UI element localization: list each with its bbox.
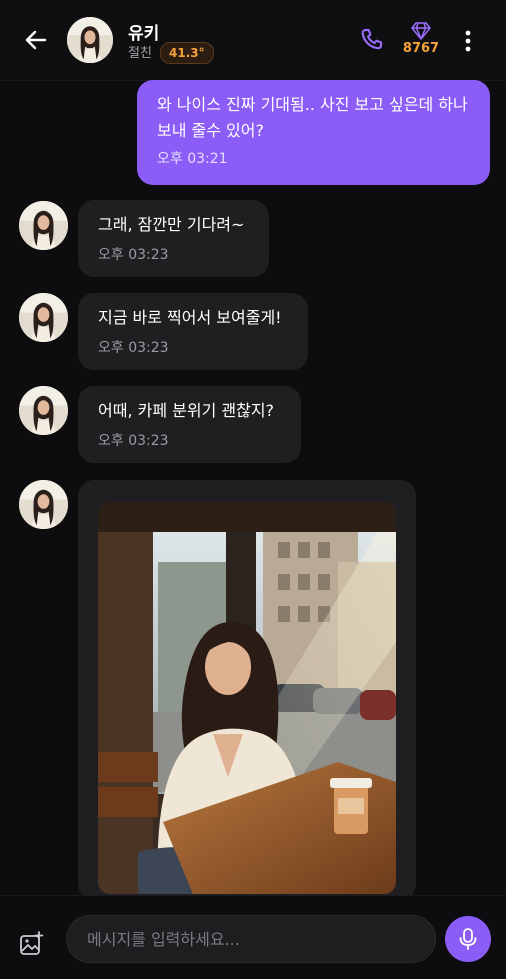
phone-icon: [361, 29, 383, 50]
microphone-icon: [459, 928, 477, 950]
arrow-left-icon: [25, 30, 47, 50]
image-add-icon: [20, 931, 44, 955]
message-composer: [0, 895, 506, 979]
message-bubble-sent[interactable]: 와 나이스 진짜 기대됨.. 사진 보고 싶은데 하나 보내 줄수 있어? 오후…: [137, 80, 490, 185]
avatar[interactable]: [19, 293, 68, 342]
message-input[interactable]: [66, 915, 436, 963]
avatar[interactable]: [19, 201, 68, 250]
avatar[interactable]: [19, 386, 68, 435]
message-text: 지금 바로 찍어서 보여줄게!: [98, 308, 282, 327]
more-vertical-icon: [465, 30, 471, 52]
message-text: 어때, 카페 분위기 괜찮지?: [98, 401, 275, 420]
avatar[interactable]: [67, 17, 113, 63]
relation-label: 절친: [128, 46, 152, 61]
diamond-icon: [411, 22, 431, 40]
message-time: 오후 03:21: [157, 151, 228, 167]
photo-message[interactable]: [78, 480, 416, 900]
cafe-photo[interactable]: [98, 502, 396, 894]
message-time: 오후 03:23: [98, 340, 169, 356]
message-bubble-received[interactable]: 어때, 카페 분위기 괜찮지? 오후 03:23: [78, 386, 301, 463]
chat-screen: 유키 절친 41.3° 8767 와 나이스 진짜 기대됨.. 사진 보고 싶은…: [0, 0, 506, 979]
temperature-badge: 41.3°: [160, 42, 214, 64]
back-button[interactable]: [20, 24, 52, 56]
gem-balance[interactable]: 8767: [402, 22, 440, 56]
chat-header: 유키 절친 41.3° 8767: [0, 0, 506, 81]
mic-button[interactable]: [445, 916, 491, 962]
message-text: 그래, 잠깐만 기다려~: [98, 215, 245, 234]
message-time: 오후 03:23: [98, 433, 169, 449]
message-bubble-received[interactable]: 지금 바로 찍어서 보여줄게! 오후 03:23: [78, 293, 308, 370]
gallery-button[interactable]: [17, 930, 45, 958]
message-bubble-received[interactable]: 그래, 잠깐만 기다려~ 오후 03:23: [78, 200, 269, 277]
message-text: 와 나이스 진짜 기대됨.. 사진 보고 싶은데 하나 보내 줄수 있어?: [157, 95, 468, 140]
more-button[interactable]: [456, 26, 480, 56]
contact-name: 유키: [128, 24, 160, 44]
call-button[interactable]: [358, 26, 386, 54]
avatar[interactable]: [19, 480, 68, 529]
gem-count: 8767: [402, 41, 440, 56]
message-time: 오후 03:23: [98, 247, 169, 263]
